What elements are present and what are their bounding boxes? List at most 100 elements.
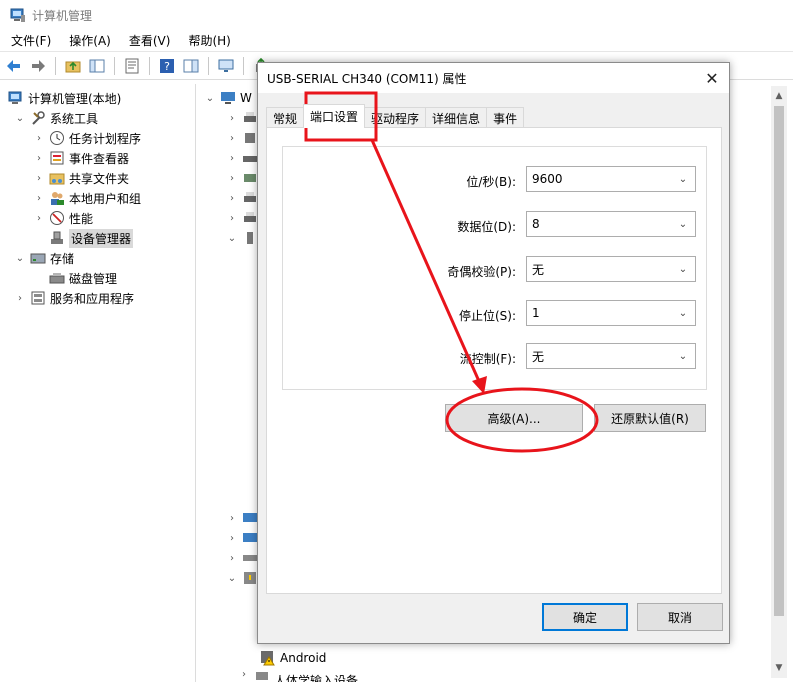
menu-file[interactable]: 文件(F): [4, 32, 58, 49]
flow-control-select[interactable]: 无 ⌄: [526, 343, 696, 369]
device-category-row[interactable]: ⌄: [226, 568, 258, 588]
flow-control-label: 流控制(F):: [459, 352, 516, 366]
tree-item-label: 事件查看器: [69, 151, 130, 166]
chevron-right-icon[interactable]: ›: [226, 152, 238, 164]
computer-management-icon: [8, 91, 22, 104]
chevron-right-icon[interactable]: ›: [226, 192, 238, 204]
properties-icon[interactable]: [122, 56, 142, 76]
chevron-right-icon[interactable]: ›: [226, 112, 238, 124]
chevron-right-icon[interactable]: ›: [14, 292, 26, 304]
device-android-row[interactable]: Android: [260, 648, 326, 668]
menu-action[interactable]: 操作(A): [62, 32, 118, 49]
action-pane-icon[interactable]: [181, 56, 201, 76]
tab-events[interactable]: 事件: [486, 107, 525, 128]
stop-bits-select[interactable]: 1 ⌄: [526, 300, 696, 326]
ok-button[interactable]: 确定: [542, 603, 628, 631]
restore-defaults-button[interactable]: 还原默认值(R): [594, 404, 706, 432]
device-category-row[interactable]: ›: [226, 528, 258, 548]
tree-item-system-tools[interactable]: ⌄ 系统工具: [14, 108, 98, 128]
tree-item-task-scheduler[interactable]: › 任务计划程序: [33, 128, 141, 148]
device-category-row[interactable]: ›: [226, 128, 258, 148]
chevron-right-icon[interactable]: ›: [226, 172, 238, 184]
chevron-right-icon[interactable]: ›: [238, 668, 250, 680]
parity-value: 无: [532, 262, 545, 277]
tree-item-storage[interactable]: ⌄ 存储: [14, 248, 74, 268]
toolbar-separator: [208, 57, 209, 75]
device-root-row[interactable]: ⌄ W: [204, 88, 252, 108]
device-category-row[interactable]: ›: [226, 508, 258, 528]
chevron-right-icon[interactable]: ›: [33, 192, 45, 204]
storage-icon: [30, 253, 46, 264]
show-tree-icon[interactable]: [87, 56, 107, 76]
up-folder-icon[interactable]: [63, 56, 83, 76]
cancel-button[interactable]: 取消: [637, 603, 723, 631]
chevron-right-icon[interactable]: ›: [226, 552, 238, 564]
device-category-row[interactable]: ›: [226, 208, 258, 228]
tree-item-label: 磁盘管理: [69, 271, 118, 286]
chevron-right-icon[interactable]: ›: [33, 212, 45, 224]
keyboard-icon: [243, 555, 257, 561]
baud-rate-label: 位/秒(B):: [466, 175, 516, 189]
tree-item-shared-folders[interactable]: › 共享文件夹: [33, 168, 129, 188]
scroll-up-icon[interactable]: ▲: [771, 88, 787, 104]
tree-item-label: 系统工具: [50, 111, 99, 126]
device-category-row[interactable]: ›: [226, 168, 258, 188]
disk-drive-icon: [243, 156, 257, 162]
users-icon: [51, 192, 64, 205]
chevron-down-icon[interactable]: ⌄: [204, 92, 216, 104]
forward-icon[interactable]: [28, 56, 48, 76]
chevron-down-icon[interactable]: ⌄: [226, 572, 238, 584]
chevron-right-icon[interactable]: ›: [226, 212, 238, 224]
computer-icon: [221, 92, 235, 104]
back-icon[interactable]: [4, 56, 24, 76]
device-hid-label: 人体学输入设备: [274, 674, 359, 682]
dialog-tabs: 常规 端口设置 驱动程序 详细信息 事件: [266, 104, 525, 128]
baud-rate-select[interactable]: 9600 ⌄: [526, 166, 696, 192]
tree-item-performance[interactable]: › 性能: [33, 208, 93, 228]
event-viewer-icon: [50, 151, 64, 165]
device-category-row[interactable]: ⌄: [226, 228, 258, 248]
scrollbar-thumb[interactable]: [774, 106, 784, 616]
menu-view[interactable]: 查看(V): [122, 32, 178, 49]
tree-item-label: 服务和应用程序: [50, 291, 135, 306]
chevron-down-icon[interactable]: ⌄: [226, 232, 238, 244]
tree-item-event-viewer[interactable]: › 事件查看器: [33, 148, 129, 168]
chevron-right-icon[interactable]: ›: [226, 532, 238, 544]
tab-general[interactable]: 常规: [266, 107, 305, 128]
tab-driver[interactable]: 驱动程序: [364, 107, 427, 128]
chevron-down-icon[interactable]: ⌄: [14, 252, 26, 264]
chevron-right-icon[interactable]: ›: [33, 132, 45, 144]
tree-item-device-manager[interactable]: 设备管理器: [49, 228, 134, 248]
tree-root[interactable]: 计算机管理(本地): [8, 88, 121, 108]
storage-controller-icon: [244, 174, 256, 182]
device-category-row[interactable]: ›: [226, 188, 258, 208]
toolbar-separator: [55, 57, 56, 75]
tree-item-services-apps[interactable]: › 服务和应用程序: [14, 288, 134, 308]
device-category-row[interactable]: ›: [226, 148, 258, 168]
menu-help[interactable]: 帮助(H): [181, 32, 237, 49]
chevron-right-icon[interactable]: ›: [226, 132, 238, 144]
chevron-right-icon[interactable]: ›: [33, 172, 45, 184]
tab-details[interactable]: 详细信息: [425, 107, 488, 128]
flow-control-value: 无: [532, 349, 545, 364]
advanced-button[interactable]: 高级(A)...: [445, 404, 583, 432]
tree-item-local-users[interactable]: › 本地用户和组: [33, 188, 141, 208]
device-category-row[interactable]: ›: [226, 548, 258, 568]
help-icon[interactable]: ?: [157, 56, 177, 76]
close-icon[interactable]: ✕: [701, 67, 723, 89]
device-category-row[interactable]: ›: [226, 108, 258, 128]
chevron-down-icon[interactable]: ⌄: [14, 112, 26, 124]
chevron-right-icon[interactable]: ›: [33, 152, 45, 164]
tab-port-settings[interactable]: 端口设置: [303, 104, 366, 128]
disk-icon: [49, 273, 65, 284]
data-bits-select[interactable]: 8 ⌄: [526, 211, 696, 237]
vertical-scrollbar[interactable]: ▲ ▼: [771, 86, 787, 678]
scroll-down-icon[interactable]: ▼: [771, 660, 787, 676]
chevron-right-icon[interactable]: ›: [226, 512, 238, 524]
tree-item-disk-management[interactable]: 磁盘管理: [49, 268, 117, 288]
parity-select[interactable]: 无 ⌄: [526, 256, 696, 282]
device-category-row[interactable]: › 人体学输入设备: [238, 668, 359, 683]
shared-folder-icon: [49, 173, 65, 185]
monitor-icon[interactable]: [216, 56, 236, 76]
processor-icon: [245, 133, 255, 143]
